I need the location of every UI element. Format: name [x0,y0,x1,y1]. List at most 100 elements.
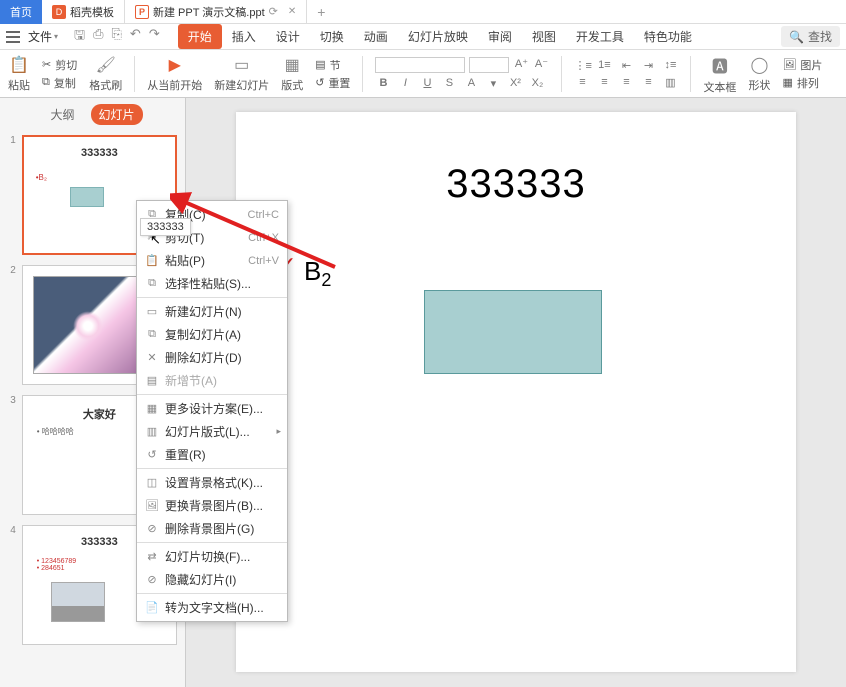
arrange-button[interactable]: ▦排列 [782,75,822,91]
submenu-arrow-icon: ▸ [276,426,281,437]
ribbon-tab-start[interactable]: 开始 [178,24,222,49]
picture-button[interactable]: 🖼图片 [782,57,822,73]
section-button[interactable]: ▤节 [315,57,350,73]
ctx-new-section: ▤新增节(A) [137,369,287,392]
slide-rectangle-shape[interactable] [424,290,602,374]
ctx-label: 选择性粘贴(S)... [165,275,251,292]
shape-label: 形状 [748,77,770,93]
ribbon-tab-review[interactable]: 审阅 [478,24,522,49]
add-tab-button[interactable]: + [307,4,335,20]
search-box[interactable]: 🔍 查找 [781,26,840,47]
textbox-group[interactable]: 🅰 文本框 [703,53,736,95]
ctx-slide-trans[interactable]: ⇄幻灯片切换(F)... [137,545,287,568]
layout-group[interactable]: ▦ 版式 [281,55,303,93]
slide-title[interactable]: 333333 [236,162,796,207]
highlight-icon[interactable]: ▾ [485,77,501,90]
new-slide-group[interactable]: ▭ 新建幻灯片 [214,55,269,93]
ctx-del-slide[interactable]: ✕删除幻灯片(D) [137,346,287,369]
bullets-icon[interactable]: ⋮≡ [574,59,590,72]
line-spacing-icon[interactable]: ↕≡ [662,59,678,72]
format-brush-label: 格式刷 [89,77,122,93]
save-icon[interactable]: 🖫 [74,26,85,48]
reset-label: 重置 [328,75,350,91]
ribbon-tab-devtools[interactable]: 开发工具 [566,24,634,49]
reset-button[interactable]: ↺重置 [315,75,350,91]
bold-icon[interactable]: B [375,77,391,90]
play-current-group[interactable]: ▶ 从当前开始 [147,55,202,93]
picture-label: 图片 [800,57,822,73]
ctx-reset[interactable]: ↺重置(R) [137,443,287,466]
ctx-separator [137,542,287,543]
ctx-hide-slide[interactable]: ⊘隐藏幻灯片(I) [137,568,287,591]
ribbon-tab-transition[interactable]: 切换 [310,24,354,49]
numbering-icon[interactable]: 1≡ [596,59,612,72]
ctx-dup-slide[interactable]: ⧉复制幻灯片(A) [137,323,287,346]
new-slide-icon: ▭ [234,55,249,75]
undo-icon[interactable]: ↶ [130,26,141,48]
cut-button[interactable]: ✂剪切 [42,57,77,73]
ctx-to-word[interactable]: 📄转为文字文档(H)... [137,596,287,619]
font-family-select[interactable] [375,57,465,73]
close-tab-icon[interactable]: ✕ [288,6,296,17]
change-bg-icon: 🖼 [145,499,159,513]
thumb-number: 4 [8,525,16,645]
strike-icon[interactable]: S [441,77,457,90]
redo-icon[interactable]: ↷ [149,26,160,48]
ctx-more-design[interactable]: ▦更多设计方案(E)... [137,397,287,420]
file-tab[interactable]: P 新建 PPT 演示文稿.ppt ⟳ ✕ [124,0,307,24]
tooltip: 333333 [140,218,191,236]
ribbon-toolbar: 📋 粘贴 ✂剪切 ⧉复制 🖌 格式刷 ▶ 从当前开始 ▭ 新建幻灯片 ▦ 版式 … [0,50,846,98]
ribbon-tab-special[interactable]: 特色功能 [634,24,702,49]
increase-font-icon[interactable]: A⁺ [513,57,529,73]
ctx-new-slide[interactable]: ▭新建幻灯片(N) [137,300,287,323]
panel-tab-slides[interactable]: 幻灯片 [91,104,143,125]
thumb-number: 3 [8,395,16,515]
format-brush-group[interactable]: 🖌 格式刷 [89,55,122,93]
slide-text-b2[interactable]: B2 [304,256,331,291]
align-center-icon[interactable]: ≡ [596,76,612,89]
hamburger-icon[interactable] [6,31,20,43]
file-menu[interactable]: 文件▾ [28,28,58,45]
paste-group[interactable]: 📋 粘贴 [8,55,30,93]
home-tab[interactable]: 首页 [0,0,42,24]
ctx-change-bg[interactable]: 🖼更换背景图片(B)... [137,494,287,517]
indent-inc-icon[interactable]: ⇥ [640,59,656,72]
refresh-icon[interactable]: ⟳ [269,5,278,18]
subscript-icon[interactable]: X₂ [529,77,545,90]
align-justify-icon[interactable]: ≡ [640,76,656,89]
layout-icon: ▥ [145,425,159,439]
ribbon-tab-view[interactable]: 视图 [522,24,566,49]
ctx-paste-special[interactable]: ⧉选择性粘贴(S)... [137,272,287,295]
ctx-label: 设置背景格式(K)... [165,474,263,491]
ctx-label: 隐藏幻灯片(I) [165,571,236,588]
copy-button[interactable]: ⧉复制 [42,75,77,91]
indent-dec-icon[interactable]: ⇤ [618,59,634,72]
ctx-label: 幻灯片切换(F)... [165,548,250,565]
columns-icon[interactable]: ▥ [662,76,678,89]
ctx-bg-format[interactable]: ◫设置背景格式(K)... [137,471,287,494]
panel-tab-outline[interactable]: 大纲 [42,104,82,125]
align-left-icon[interactable]: ≡ [574,76,590,89]
ctx-slide-layout[interactable]: ▥幻灯片版式(L)...▸ [137,420,287,443]
ribbon-tab-animation[interactable]: 动画 [354,24,398,49]
ctx-paste[interactable]: 📋粘贴(P)Ctrl+V [137,249,287,272]
ribbon-tab-slideshow[interactable]: 幻灯片放映 [398,24,478,49]
copy-label: 复制 [54,75,76,91]
ribbon-tab-insert[interactable]: 插入 [222,24,266,49]
shape-group[interactable]: ◯ 形状 [748,55,770,93]
font-size-select[interactable] [469,57,509,73]
print-preview-icon[interactable]: ⎙ [93,26,103,48]
ribbon-tab-design[interactable]: 设计 [266,24,310,49]
print-icon[interactable]: ⎘ [112,26,122,48]
superscript-icon[interactable]: X² [507,77,523,90]
ctx-del-bg[interactable]: ⊘删除背景图片(G) [137,517,287,540]
ctx-shortcut: Ctrl+V [248,255,279,267]
decrease-font-icon[interactable]: A⁻ [533,57,549,73]
slide-canvas[interactable]: 333333 ✓ B2 [236,112,796,672]
paragraph-group: ⋮≡ 1≡ ⇤ ⇥ ↕≡ ≡ ≡ ≡ ≡ ▥ [574,59,678,89]
underline-icon[interactable]: U [419,77,435,90]
template-tab[interactable]: D 稻壳模板 [42,0,124,24]
italic-icon[interactable]: I [397,77,413,90]
font-color-icon[interactable]: A [463,77,479,90]
align-right-icon[interactable]: ≡ [618,76,634,89]
